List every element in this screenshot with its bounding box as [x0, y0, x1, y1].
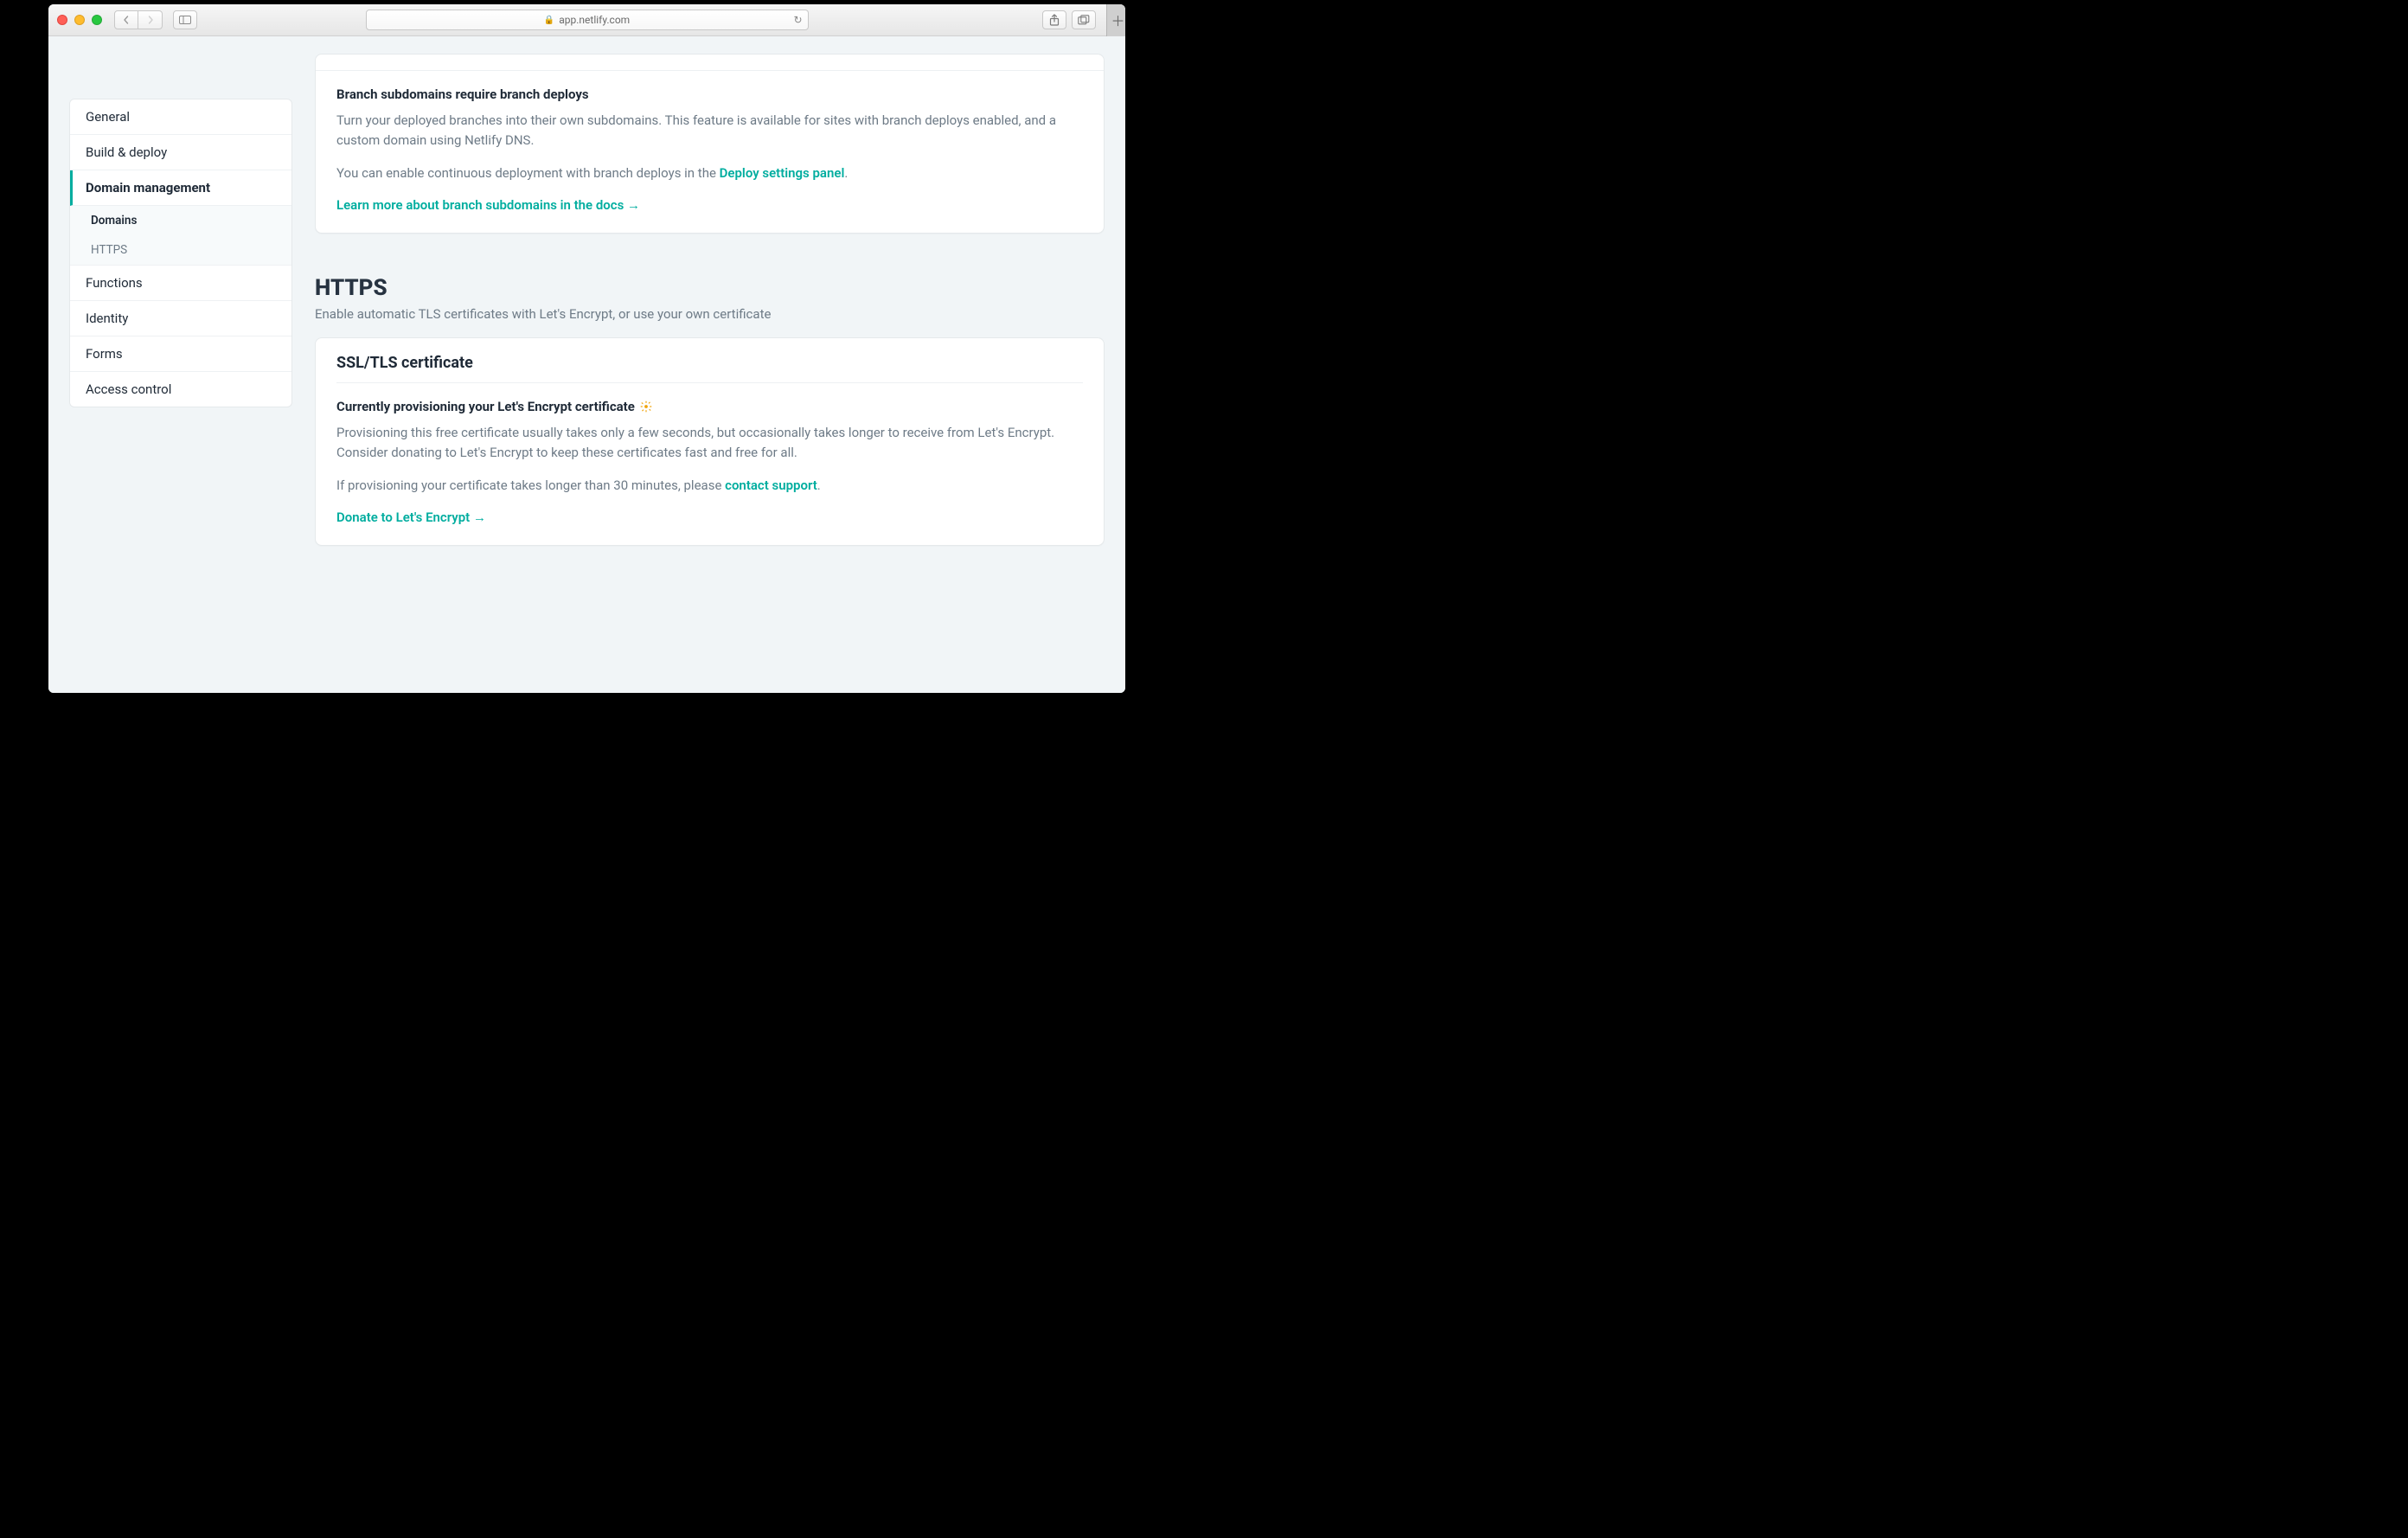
sidebar-item-identity[interactable]: Identity [70, 301, 291, 336]
branch-subdomains-desc-2: You can enable continuous deployment wit… [336, 163, 1083, 183]
reload-button[interactable]: ↻ [793, 14, 802, 26]
text: . [817, 477, 821, 493]
provisioning-spinner-icon [640, 401, 652, 413]
sidebar-sub-label: Domains [91, 214, 137, 227]
https-section: HTTPS Enable automatic TLS certificates … [315, 275, 1105, 546]
sidebar-sub-domains[interactable]: Domains [70, 206, 291, 235]
tabs-button[interactable] [1072, 10, 1096, 29]
titlebar: 🔒 app.netlify.com ↻ ＋ [48, 4, 1125, 36]
sidebar-item-general[interactable]: General [70, 99, 291, 135]
window-close-button[interactable] [57, 15, 67, 25]
ssl-certificate-card: SSL/TLS certificate Currently provisioni… [315, 337, 1105, 546]
sidebar-toggle-button[interactable] [173, 10, 197, 29]
sidebar-item-forms[interactable]: Forms [70, 336, 291, 372]
address-bar[interactable]: 🔒 app.netlify.com ↻ [366, 10, 809, 30]
browser-window: 🔒 app.netlify.com ↻ ＋ General Build & de… [48, 4, 1125, 693]
sidebar-item-label: Build & deploy [86, 144, 167, 160]
ssl-status-title: Currently provisioning your Let's Encryp… [336, 399, 1083, 414]
branch-subdomains-title: Branch subdomains require branch deploys [336, 87, 1083, 102]
forward-button[interactable] [138, 10, 163, 29]
main-content: Branch subdomains require branch deploys… [315, 54, 1105, 587]
sidebar-sub-domain-management: Domains HTTPS [70, 206, 291, 266]
text: Currently provisioning your Let's Encryp… [336, 399, 635, 414]
traffic-lights [57, 15, 102, 25]
branch-subdomains-desc-1: Turn your deployed branches into their o… [336, 111, 1083, 151]
share-button[interactable] [1042, 10, 1066, 29]
https-section-subtitle: Enable automatic TLS certificates with L… [315, 306, 1105, 322]
sidebar-sub-https[interactable]: HTTPS [70, 235, 291, 265]
branch-subdomains-card: Branch subdomains require branch deploys… [315, 54, 1105, 234]
nav-back-forward [114, 10, 163, 29]
window-minimize-button[interactable] [74, 15, 85, 25]
deploy-settings-panel-link[interactable]: Deploy settings panel [720, 165, 845, 181]
donate-lets-encrypt-link[interactable]: Donate to Let's Encrypt [336, 509, 486, 525]
page: General Build & deploy Domain management… [48, 36, 1125, 693]
sidebar-item-access-control[interactable]: Access control [70, 372, 291, 407]
https-section-title: HTTPS [315, 275, 1105, 301]
sidebar-item-build-deploy[interactable]: Build & deploy [70, 135, 291, 170]
sidebar-sub-label: HTTPS [91, 243, 127, 257]
lock-icon: 🔒 [544, 16, 554, 25]
new-tab-button[interactable]: ＋ [1106, 4, 1125, 36]
ssl-desc-1: Provisioning this free certificate usual… [336, 423, 1083, 464]
window-maximize-button[interactable] [92, 15, 102, 25]
text: If provisioning your certificate takes l… [336, 477, 725, 493]
sidebar-item-label: Forms [86, 346, 123, 362]
sidebar-item-label: Domain management [86, 180, 210, 195]
card-top-divider [316, 70, 1104, 71]
text: . [844, 165, 848, 181]
ssl-card-heading: SSL/TLS certificate [336, 354, 1083, 383]
sidebar-item-functions[interactable]: Functions [70, 266, 291, 301]
sidebar-item-label: Access control [86, 381, 171, 397]
sidebar-item-label: Identity [86, 311, 128, 326]
learn-more-branch-subdomains-link[interactable]: Learn more about branch subdomains in th… [336, 197, 640, 213]
settings-sidebar: General Build & deploy Domain management… [69, 99, 292, 407]
contact-support-link[interactable]: contact support [725, 477, 817, 493]
sidebar-item-label: General [86, 109, 130, 125]
url-host: app.netlify.com [559, 14, 630, 26]
ssl-desc-2: If provisioning your certificate takes l… [336, 476, 1083, 496]
sidebar-item-label: Functions [86, 275, 143, 291]
text: You can enable continuous deployment wit… [336, 165, 720, 181]
back-button[interactable] [114, 10, 138, 29]
sidebar-item-domain-management[interactable]: Domain management [70, 170, 291, 206]
